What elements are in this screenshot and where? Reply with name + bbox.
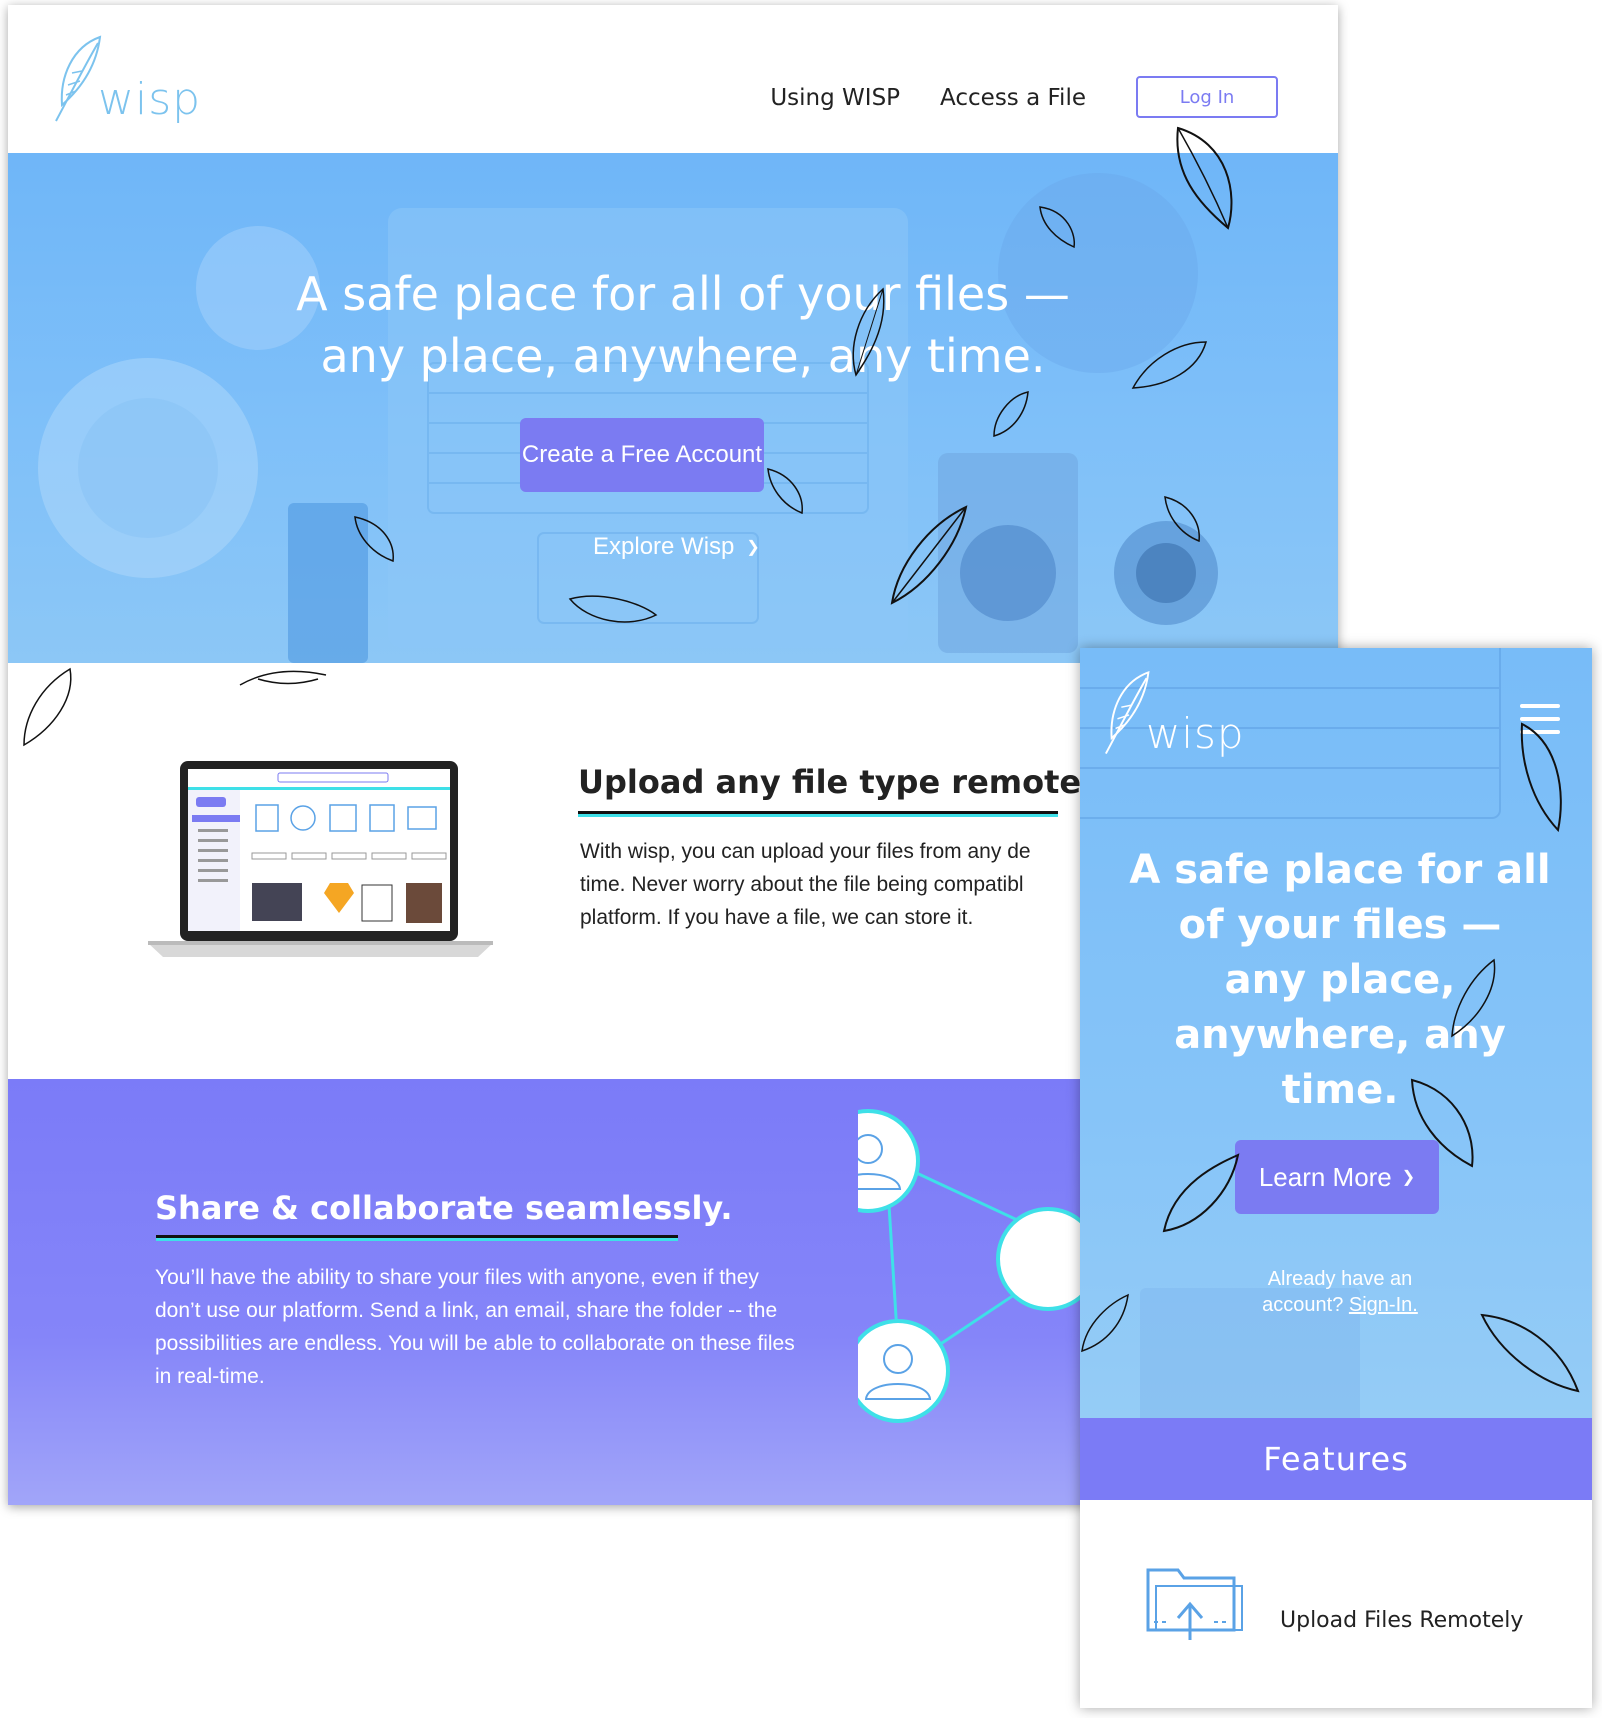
logo-wordmark: wisp (98, 74, 202, 125)
mobile-hero: wisp A safe place for all of your files … (1080, 648, 1592, 1418)
leaf-icon (993, 391, 1029, 438)
mobile-page: wisp A safe place for all of your files … (1080, 648, 1592, 1708)
leaf-icon (852, 287, 885, 377)
hero-title-line-2: any place, anywhere, any time. (320, 329, 1046, 383)
feature-item[interactable]: Upload Files Remotely (1080, 1500, 1592, 1708)
mobile-title-line-2: of your files — (1178, 902, 1502, 948)
title-underline (156, 1235, 678, 1241)
upload-folder-icon (1146, 1568, 1243, 1640)
login-button[interactable]: Log In (1136, 76, 1278, 118)
feature-label: Upload Files Remotely (1280, 1608, 1524, 1633)
account-text: account? (1262, 1294, 1344, 1316)
collaboration-network-illustration (858, 1109, 1098, 1423)
leaf-icon (1410, 1078, 1474, 1168)
explore-wisp-link[interactable]: Explore Wisp ❯ (593, 533, 760, 561)
leaf-icon (1162, 1153, 1240, 1233)
logo-wordmark: wisp (1146, 709, 1245, 758)
mobile-hero-title: A safe place for all of your files — any… (1110, 843, 1570, 1118)
explore-label: Explore Wisp (593, 533, 735, 560)
desktop-hero: A safe place for all of your files — any… (8, 153, 1338, 663)
hero-background-desk (38, 173, 1218, 663)
sign-in-link[interactable]: Sign-In. (1349, 1294, 1418, 1316)
leaf-icon (767, 468, 803, 515)
create-account-button[interactable]: Create a Free Account (520, 418, 764, 492)
user-icon (858, 1319, 950, 1423)
nav-using-wisp[interactable]: Using WISP (770, 85, 900, 111)
leaf-icon (354, 516, 394, 563)
mobile-title-line-3: any place, (1224, 957, 1456, 1003)
hero-title: A safe place for all of your files — any… (208, 263, 1158, 387)
share-description: You’ll have the ability to share your fi… (155, 1266, 795, 1388)
learn-more-label: Learn More (1258, 1161, 1392, 1192)
leaf-icon (1081, 1293, 1129, 1353)
leaf-icon (1451, 958, 1496, 1038)
sign-in-prompt: Already have an account? Sign-In. (1210, 1266, 1470, 1318)
leaf-icon (239, 670, 327, 686)
leaf-icon (1164, 496, 1200, 543)
leaf-icon (890, 505, 968, 605)
desktop-header: wisp Using WISP Access a File Log In (8, 5, 1338, 153)
menu-bar (1520, 717, 1560, 721)
leaf-icon (1176, 126, 1233, 230)
leaf-icon (1480, 1313, 1580, 1393)
share-title: Share & collaborate seamlessly. (155, 1189, 733, 1227)
mobile-title-line-1: A safe place for all (1129, 847, 1551, 893)
hero-title-line-1: A safe place for all of your files — (296, 267, 1070, 321)
already-text: Already have an (1267, 1268, 1413, 1290)
desktop-nav: Using WISP Access a File Log In (770, 76, 1278, 118)
upload-title: Upload any file type remotely. (578, 763, 1123, 801)
menu-bar (1520, 704, 1560, 708)
features-heading: Features (1080, 1418, 1592, 1500)
leaf-icon (23, 667, 72, 747)
user-icon (858, 1109, 920, 1213)
chevron-down-icon: ❯ (1401, 1169, 1416, 1186)
mobile-logo[interactable]: wisp (1102, 668, 1245, 758)
desktop-logo[interactable]: wisp (52, 33, 201, 125)
title-underline (578, 811, 1058, 817)
laptop-mockup-image (148, 761, 493, 957)
nav-access-file[interactable]: Access a File (940, 85, 1086, 111)
leaf-icon (1039, 206, 1076, 249)
chevron-down-icon: ❯ (746, 539, 760, 556)
leaf-icon (1131, 341, 1207, 389)
leaf-icon (1520, 722, 1562, 832)
leaf-icon (568, 595, 658, 623)
